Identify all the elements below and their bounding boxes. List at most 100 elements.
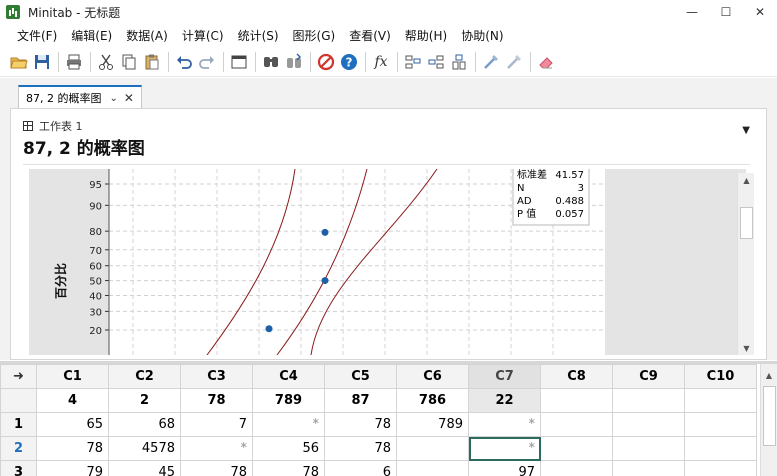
column-header-c7[interactable]: C7 <box>468 364 541 389</box>
cell[interactable]: * <box>180 436 253 461</box>
chart-scrollbar[interactable]: ▲ ▼ <box>737 173 754 355</box>
open-folder-icon[interactable] <box>8 51 30 73</box>
worksheet-scrollbar[interactable]: ▲ <box>760 364 777 476</box>
column-header-c8[interactable]: C8 <box>540 364 613 389</box>
column-header-c6[interactable]: C6 <box>396 364 469 389</box>
cell[interactable] <box>684 412 757 437</box>
paste-icon[interactable] <box>141 51 163 73</box>
cell[interactable]: 97 <box>468 460 541 476</box>
cell[interactable]: 45 <box>108 460 181 476</box>
cell[interactable]: * <box>468 412 541 437</box>
scroll-thumb[interactable] <box>763 386 776 446</box>
chevron-down-icon[interactable]: ⌄ <box>110 93 118 104</box>
menu-calc[interactable]: 计算(C) <box>175 27 231 44</box>
cell[interactable] <box>612 436 685 461</box>
cell[interactable]: 6 <box>324 460 397 476</box>
data-entry-arrow-icon[interactable]: ➜ <box>0 364 37 389</box>
menu-view[interactable]: 查看(V) <box>342 27 398 44</box>
column-name-c10[interactable] <box>684 388 757 413</box>
minimize-button[interactable]: — <box>675 0 709 24</box>
cancel-icon[interactable] <box>315 51 337 73</box>
cell[interactable]: 4578 <box>108 436 181 461</box>
cell[interactable] <box>684 436 757 461</box>
row-header[interactable]: 2 <box>0 436 37 461</box>
column-name-c1[interactable]: 4 <box>36 388 109 413</box>
menu-edit[interactable]: 编辑(E) <box>64 27 119 44</box>
plot-right-margin <box>605 169 746 355</box>
cell[interactable]: 79 <box>36 460 109 476</box>
column-name-c4[interactable]: 789 <box>252 388 325 413</box>
cell[interactable] <box>540 436 613 461</box>
cell[interactable]: 7 <box>180 412 253 437</box>
column-header-c9[interactable]: C9 <box>612 364 685 389</box>
y-tick-label: 95 <box>89 180 102 191</box>
cell[interactable] <box>612 412 685 437</box>
help-icon[interactable]: ? <box>338 51 360 73</box>
cell[interactable]: 68 <box>108 412 181 437</box>
column-header-c4[interactable]: C4 <box>252 364 325 389</box>
close-tab-icon[interactable]: ✕ <box>124 91 134 105</box>
function-icon[interactable]: fx <box>370 51 392 73</box>
cell[interactable] <box>540 460 613 476</box>
copy-icon[interactable] <box>118 51 140 73</box>
menu-help[interactable]: 帮助(H) <box>398 27 454 44</box>
column-name-c8[interactable] <box>540 388 613 413</box>
undo-icon[interactable] <box>173 51 195 73</box>
cell[interactable]: 78 <box>252 460 325 476</box>
cell[interactable]: 78 <box>324 412 397 437</box>
save-icon[interactable] <box>31 51 53 73</box>
cell[interactable] <box>396 436 469 461</box>
column-name-c3[interactable]: 78 <box>180 388 253 413</box>
cell[interactable]: 78 <box>324 436 397 461</box>
column-name-c9[interactable] <box>612 388 685 413</box>
cut-icon[interactable] <box>95 51 117 73</box>
eraser-icon[interactable] <box>535 51 557 73</box>
close-button[interactable]: ✕ <box>743 0 777 24</box>
y-tick-label: 20 <box>89 326 102 337</box>
cell[interactable] <box>396 460 469 476</box>
options-caret-icon[interactable]: ▼ <box>742 125 750 136</box>
maximize-button[interactable]: ☐ <box>709 0 743 24</box>
cell[interactable]: 789 <box>396 412 469 437</box>
print-icon[interactable] <box>63 51 85 73</box>
column-name-c6[interactable]: 786 <box>396 388 469 413</box>
column-name-c5[interactable]: 87 <box>324 388 397 413</box>
cell[interactable]: 56 <box>252 436 325 461</box>
find-icon[interactable] <box>260 51 282 73</box>
row-header[interactable]: 3 <box>0 460 37 476</box>
brush-alt-icon[interactable] <box>503 51 525 73</box>
column-name-c7[interactable]: 22 <box>468 388 541 413</box>
menu-file[interactable]: 文件(F) <box>10 27 64 44</box>
column-header-c10[interactable]: C10 <box>684 364 757 389</box>
menu-assist[interactable]: 协助(N) <box>454 27 510 44</box>
column-header-c3[interactable]: C3 <box>180 364 253 389</box>
column-name-c2[interactable]: 2 <box>108 388 181 413</box>
cell[interactable]: 78 <box>180 460 253 476</box>
cell[interactable]: 65 <box>36 412 109 437</box>
scroll-up-icon[interactable]: ▲ <box>761 368 777 382</box>
scroll-up-icon[interactable]: ▲ <box>738 173 755 187</box>
window-icon[interactable] <box>228 51 250 73</box>
brush-icon[interactable] <box>480 51 502 73</box>
scroll-down-icon[interactable]: ▼ <box>738 341 755 355</box>
menu-data[interactable]: 数据(A) <box>119 27 175 44</box>
insert-column-icon[interactable] <box>425 51 447 73</box>
column-header-c1[interactable]: C1 <box>36 364 109 389</box>
tab-probability-plot[interactable]: 87, 2 的概率图 ⌄ ✕ <box>18 85 142 109</box>
cell[interactable] <box>684 460 757 476</box>
cell[interactable]: 78 <box>36 436 109 461</box>
menu-stat[interactable]: 统计(S) <box>231 27 286 44</box>
insert-cell-icon[interactable] <box>448 51 470 73</box>
redo-icon[interactable] <box>196 51 218 73</box>
column-header-c2[interactable]: C2 <box>108 364 181 389</box>
cell[interactable] <box>540 412 613 437</box>
cell[interactable] <box>612 460 685 476</box>
column-header-c5[interactable]: C5 <box>324 364 397 389</box>
insert-row-icon[interactable] <box>402 51 424 73</box>
scroll-thumb[interactable] <box>740 207 753 239</box>
menu-graph[interactable]: 图形(G) <box>286 27 343 44</box>
selected-cell[interactable]: * <box>468 436 541 461</box>
replace-icon[interactable] <box>283 51 305 73</box>
row-header[interactable]: 1 <box>0 412 37 437</box>
cell[interactable]: * <box>252 412 325 437</box>
